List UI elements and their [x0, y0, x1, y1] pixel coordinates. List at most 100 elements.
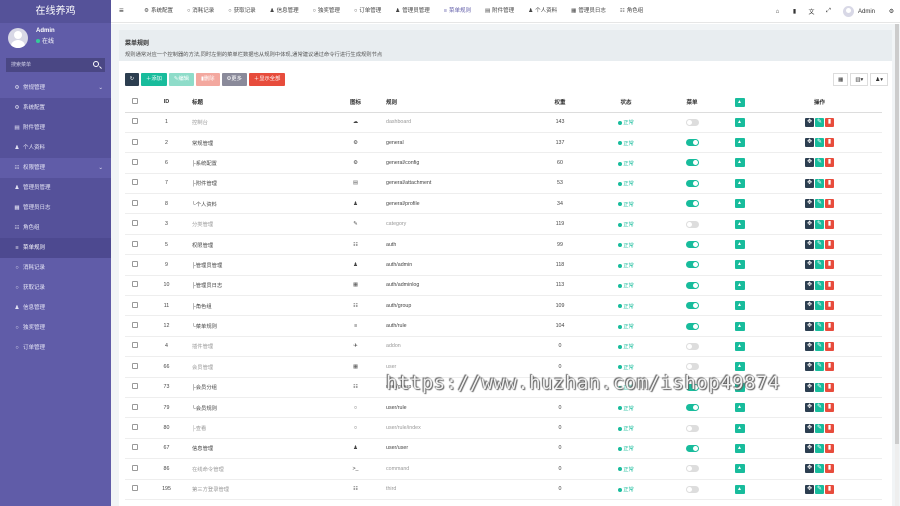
home-icon[interactable]: ⌂ [769, 9, 786, 15]
tab-0[interactable]: ⚙ 系统配置 [137, 0, 180, 23]
edit-row-icon[interactable]: ✎ [815, 443, 824, 453]
delete-button[interactable]: ▮删除 [195, 73, 220, 86]
drag-sort-icon[interactable]: ✥ [805, 301, 814, 311]
menu-toggle-switch[interactable] [685, 220, 699, 228]
tab-1[interactable]: ○ 消耗记录 [180, 0, 221, 23]
tab-6[interactable]: ♟ 管理员管理 [388, 0, 436, 23]
expand-row-icon[interactable]: ▲ [734, 158, 745, 168]
show-all-button[interactable]: ＋显示全部 [248, 73, 286, 86]
top-admin-name[interactable]: Admin [858, 9, 875, 15]
row-checkbox[interactable] [132, 403, 138, 410]
edit-row-icon[interactable]: ✎ [815, 158, 824, 168]
menu-toggle-switch[interactable] [685, 485, 699, 493]
sidebar-item-12[interactable]: ○ 独奖管理 [0, 318, 111, 338]
edit-row-icon[interactable]: ✎ [815, 138, 824, 148]
menu-toggle-switch[interactable] [685, 363, 699, 371]
page-scrollbar[interactable] [895, 24, 899, 506]
edit-row-icon[interactable]: ✎ [815, 362, 824, 372]
menu-toggle-switch[interactable] [685, 444, 699, 452]
delete-row-icon[interactable]: ▮ [825, 341, 834, 351]
drag-sort-icon[interactable]: ✥ [805, 403, 814, 413]
drag-sort-icon[interactable]: ✥ [805, 341, 814, 351]
sidebar-item-6[interactable]: ▦ 管理员日志 [0, 198, 111, 218]
drag-sort-icon[interactable]: ✥ [805, 219, 814, 229]
sidebar-item-13[interactable]: ○ 订单管理 [0, 338, 111, 358]
drag-sort-icon[interactable]: ✥ [805, 443, 814, 453]
delete-row-icon[interactable]: ▮ [825, 219, 834, 229]
edit-row-icon[interactable]: ✎ [815, 219, 824, 229]
edit-row-icon[interactable]: ✎ [815, 341, 824, 351]
edit-row-icon[interactable]: ✎ [815, 240, 824, 250]
top-avatar[interactable] [842, 6, 854, 17]
menu-toggle-switch[interactable] [685, 322, 699, 330]
row-checkbox[interactable] [132, 281, 138, 288]
expand-row-icon[interactable]: ▲ [734, 403, 745, 413]
edit-row-icon[interactable]: ✎ [815, 403, 824, 413]
row-checkbox[interactable] [132, 158, 138, 165]
drag-sort-icon[interactable]: ✥ [805, 158, 814, 168]
app-logo[interactable]: 在线养鸡 [0, 0, 111, 23]
sidebar-item-1[interactable]: ⚙ 系统配置 [0, 98, 111, 118]
sidebar-item-10[interactable]: ○ 获取记录 [0, 278, 111, 298]
expand-row-icon[interactable]: ▲ [734, 219, 745, 229]
expand-row-icon[interactable]: ▲ [734, 260, 745, 270]
edit-row-icon[interactable]: ✎ [815, 260, 824, 270]
row-checkbox[interactable] [132, 179, 138, 186]
delete-row-icon[interactable]: ▮ [825, 280, 834, 290]
menu-toggle-switch[interactable] [685, 179, 699, 187]
drag-sort-icon[interactable]: ✥ [805, 138, 814, 148]
drag-sort-icon[interactable]: ✥ [805, 321, 814, 331]
delete-row-icon[interactable]: ▮ [825, 240, 834, 250]
drag-sort-icon[interactable]: ✥ [805, 280, 814, 290]
row-checkbox[interactable] [132, 240, 138, 247]
clear-cache-icon[interactable]: ▮ [786, 8, 803, 15]
delete-row-icon[interactable]: ▮ [825, 464, 834, 474]
sidebar-item-4[interactable]: ☷ 权限管理 ⌄ [0, 158, 111, 178]
menu-toggle-switch[interactable] [685, 342, 699, 350]
drag-sort-icon[interactable]: ✥ [805, 117, 814, 127]
delete-row-icon[interactable]: ▮ [825, 178, 834, 188]
drag-sort-icon[interactable]: ✥ [805, 464, 814, 474]
tab-11[interactable]: ☷ 角色组 [613, 0, 650, 23]
edit-row-icon[interactable]: ✎ [815, 382, 824, 392]
expand-row-icon[interactable]: ▲ [734, 178, 745, 188]
delete-row-icon[interactable]: ▮ [825, 158, 834, 168]
search-icon[interactable] [93, 61, 99, 67]
row-checkbox[interactable] [132, 260, 138, 267]
translate-icon[interactable]: 文 [803, 7, 820, 16]
drag-sort-icon[interactable]: ✥ [805, 240, 814, 250]
expand-row-icon[interactable]: ▲ [734, 443, 745, 453]
sidebar-item-9[interactable]: ○ 消耗记录 [0, 258, 111, 278]
tab-4[interactable]: ○ 独奖管理 [306, 0, 347, 23]
drag-sort-icon[interactable]: ✥ [805, 382, 814, 392]
menu-toggle-switch[interactable] [685, 159, 699, 167]
delete-row-icon[interactable]: ▮ [825, 117, 834, 127]
edit-button[interactable]: ✎编辑 [168, 73, 194, 86]
drag-sort-icon[interactable]: ✥ [805, 362, 814, 372]
expand-row-icon[interactable]: ▲ [734, 484, 745, 494]
expand-row-icon[interactable]: ▲ [734, 301, 745, 311]
menu-toggle-switch[interactable] [685, 261, 699, 269]
tab-3[interactable]: ♟ 信息管理 [263, 0, 306, 23]
expand-row-icon[interactable]: ▲ [734, 321, 745, 331]
row-checkbox[interactable] [132, 342, 138, 349]
delete-row-icon[interactable]: ▮ [825, 362, 834, 372]
edit-row-icon[interactable]: ✎ [815, 199, 824, 209]
col-id[interactable]: ID [145, 93, 188, 113]
sidebar-item-11[interactable]: ♟ 信息管理 [0, 298, 111, 318]
tab-5[interactable]: ○ 订单管理 [347, 0, 388, 23]
col-weigh[interactable]: 权重 [530, 93, 590, 113]
edit-row-icon[interactable]: ✎ [815, 117, 824, 127]
refresh-button[interactable]: ↻ [125, 73, 139, 86]
expand-all-icon[interactable]: ▲ [734, 97, 745, 107]
add-button[interactable]: ＋添加 [141, 73, 167, 86]
edit-row-icon[interactable]: ✎ [815, 423, 824, 433]
expand-row-icon[interactable]: ▲ [734, 341, 745, 351]
expand-row-icon[interactable]: ▲ [734, 240, 745, 250]
tab-9[interactable]: ♟ 个人资料 [521, 0, 564, 23]
expand-row-icon[interactable]: ▲ [734, 199, 745, 209]
menu-toggle-switch[interactable] [685, 404, 699, 412]
expand-row-icon[interactable]: ▲ [734, 280, 745, 290]
expand-row-icon[interactable]: ▲ [734, 362, 745, 372]
row-checkbox[interactable] [132, 383, 138, 390]
